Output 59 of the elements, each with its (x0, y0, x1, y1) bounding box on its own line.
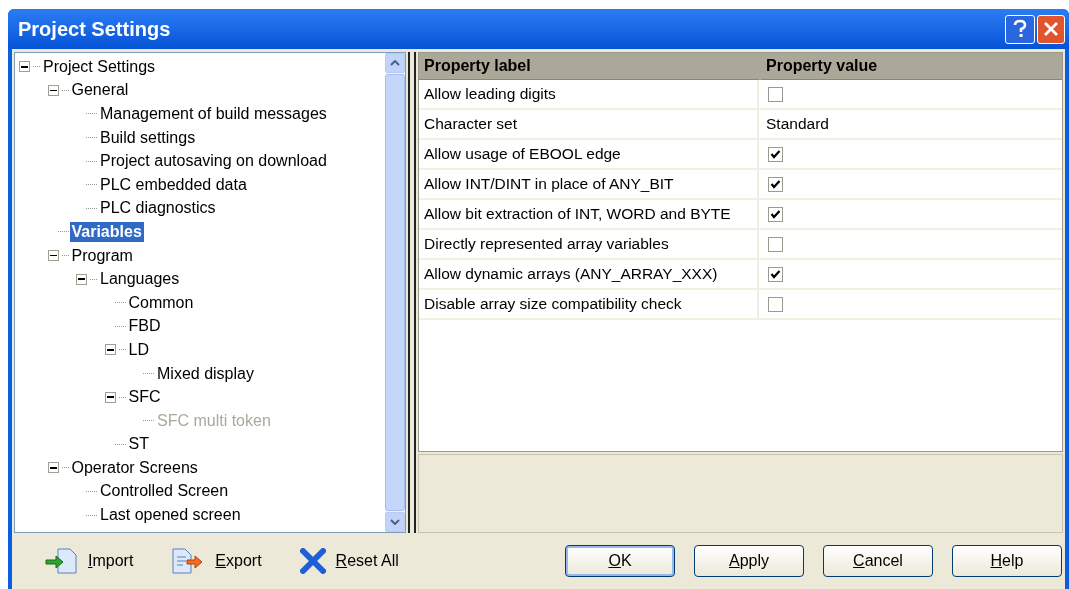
collapse-icon[interactable] (76, 273, 87, 285)
tree-item[interactable]: Variables (69, 221, 144, 242)
tree-item[interactable]: LD (126, 339, 151, 360)
checkbox[interactable] (768, 296, 783, 312)
x-icon (299, 548, 326, 574)
dialog-button[interactable]: Cancel (823, 545, 933, 577)
tree-item[interactable]: General (69, 80, 131, 101)
tree-item[interactable]: Project autosaving on download (98, 151, 329, 172)
import-icon (44, 547, 78, 575)
help-button[interactable] (1005, 14, 1035, 44)
tree-item[interactable]: Project Settings (41, 56, 158, 77)
tree-item[interactable]: Program (69, 245, 135, 266)
checkbox[interactable] (768, 146, 783, 162)
table-cell: Allow bit extraction of INT, WORD and BYTE (419, 200, 759, 228)
tree-item[interactable]: Operator Screens (69, 457, 200, 478)
scroll-down-button[interactable] (385, 512, 405, 532)
dialog-button[interactable]: Help (952, 545, 1062, 577)
tree-item[interactable]: ST (126, 434, 151, 455)
dialog-button[interactable]: OK (565, 545, 675, 577)
checkbox[interactable] (768, 86, 783, 102)
tree-item[interactable]: PLC embedded data (98, 174, 249, 195)
table-cell: Allow leading digits (419, 80, 759, 108)
tree-item[interactable]: Languages (98, 269, 182, 290)
table-cell-text: Standard (766, 114, 829, 135)
checkbox[interactable] (768, 266, 783, 282)
tree-item[interactable]: Mixed display (155, 363, 256, 384)
tree-item[interactable]: Last opened screen (98, 505, 243, 526)
checkbox[interactable] (768, 206, 783, 222)
collapse-icon[interactable] (104, 344, 116, 356)
table-cell: Disable array size compatibility check (419, 290, 759, 318)
tree-item[interactable]: PLC diagnostics (98, 198, 218, 219)
table-cell: Allow INT/DINT in place of ANY_BIT (419, 170, 759, 198)
checkbox[interactable] (768, 236, 783, 252)
checkbox[interactable] (768, 176, 783, 192)
tree-item[interactable]: Controlled Screen (98, 481, 231, 502)
collapse-icon[interactable] (47, 462, 59, 474)
help-icon (1012, 19, 1028, 39)
table-cell: Directly represented array variables (419, 230, 759, 258)
scroll-up-button[interactable] (385, 53, 405, 73)
toolbar-button[interactable]: Export (215, 549, 262, 573)
table-cell: Allow usage of EBOOL edge (419, 140, 759, 168)
collapse-icon[interactable] (47, 250, 59, 262)
window-title: Project Settings (18, 17, 172, 42)
close-icon (1043, 21, 1059, 37)
dialog-button[interactable]: Apply (694, 545, 804, 577)
collapse-icon[interactable] (19, 61, 30, 73)
splitter[interactable] (408, 52, 416, 533)
tree-item[interactable]: Build settings (98, 127, 198, 148)
tree-item[interactable]: FBD (126, 316, 163, 337)
table-cell: Character set (419, 110, 759, 138)
close-button[interactable] (1037, 14, 1065, 44)
table-cell: Allow dynamic arrays (ANY_ARRAY_XXX) (419, 260, 759, 288)
collapse-icon[interactable] (47, 84, 59, 96)
tree-item[interactable]: Management of build messages (98, 104, 329, 124)
tree-item[interactable]: Common (126, 292, 196, 313)
toolbar-button[interactable]: Reset All (335, 549, 399, 573)
toolbar-button[interactable]: Import (88, 549, 134, 573)
collapse-icon[interactable] (104, 391, 116, 403)
tree-item[interactable]: SFC (126, 387, 163, 408)
